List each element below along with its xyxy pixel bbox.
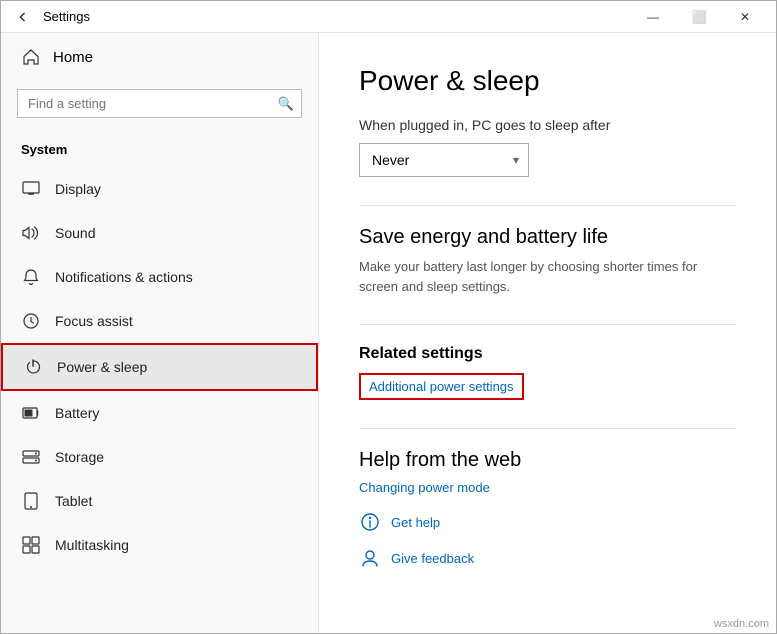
give-feedback-icon: [359, 547, 381, 569]
sleep-label: When plugged in, PC goes to sleep after: [359, 117, 736, 133]
sidebar-power-label: Power & sleep: [57, 359, 147, 375]
sidebar-item-notifications[interactable]: Notifications & actions: [1, 255, 318, 299]
sidebar-item-power[interactable]: Power & sleep: [1, 343, 318, 391]
sleep-dropdown[interactable]: Never 1 minute 2 minutes 5 minutes 10 mi…: [359, 143, 529, 177]
related-heading: Related settings: [359, 345, 736, 363]
get-help-icon: [359, 511, 381, 533]
get-help-link[interactable]: Get help: [391, 515, 440, 530]
minimize-button[interactable]: —: [630, 1, 676, 33]
sidebar-item-tablet[interactable]: Tablet: [1, 479, 318, 523]
sidebar-section-title: System: [1, 134, 318, 167]
notifications-icon: [21, 267, 41, 287]
energy-section: Save energy and battery life Make your b…: [359, 226, 736, 296]
sidebar-item-storage[interactable]: Storage: [1, 435, 318, 479]
sidebar-item-multitasking[interactable]: Multitasking: [1, 523, 318, 567]
energy-heading: Save energy and battery life: [359, 226, 736, 249]
help-heading: Help from the web: [359, 449, 736, 472]
changing-power-mode-link[interactable]: Changing power mode: [359, 480, 736, 495]
search-wrapper: 🔍: [17, 89, 302, 118]
sidebar-item-display[interactable]: Display: [1, 167, 318, 211]
page-title: Power & sleep: [359, 65, 736, 97]
sidebar-home[interactable]: Home: [1, 33, 318, 81]
settings-window: Settings — ⬜ ✕ Home 🔍: [0, 0, 777, 634]
divider-2: [359, 324, 736, 325]
storage-icon: [21, 447, 41, 467]
tablet-icon: [21, 491, 41, 511]
divider-3: [359, 428, 736, 429]
get-help-item: Get help: [359, 511, 736, 533]
sidebar-display-label: Display: [55, 181, 101, 197]
power-icon: [23, 357, 43, 377]
give-feedback-link[interactable]: Give feedback: [391, 551, 474, 566]
watermark: wsxdn.com: [714, 618, 769, 630]
sleep-dropdown-wrapper: Never 1 minute 2 minutes 5 minutes 10 mi…: [359, 143, 529, 177]
additional-power-settings-link[interactable]: Additional power settings: [359, 373, 524, 400]
sidebar-item-battery[interactable]: Battery: [1, 391, 318, 435]
sidebar-sound-label: Sound: [55, 225, 95, 241]
search-input[interactable]: [17, 89, 302, 118]
sidebar-battery-label: Battery: [55, 405, 99, 421]
main-layout: Home 🔍 System Display: [1, 33, 776, 633]
divider-1: [359, 205, 736, 206]
home-icon: [21, 47, 41, 67]
give-feedback-item: Give feedback: [359, 547, 736, 569]
sidebar: Home 🔍 System Display: [1, 33, 319, 633]
titlebar-title: Settings: [43, 9, 630, 24]
sidebar-search-area: 🔍: [1, 81, 318, 134]
sidebar-tablet-label: Tablet: [55, 493, 92, 509]
focus-icon: [21, 311, 41, 331]
sidebar-focus-label: Focus assist: [55, 313, 133, 329]
related-section: Related settings Additional power settin…: [359, 345, 736, 400]
sidebar-notifications-label: Notifications & actions: [55, 269, 193, 285]
sidebar-item-sound[interactable]: Sound: [1, 211, 318, 255]
display-icon: [21, 179, 41, 199]
sleep-section: When plugged in, PC goes to sleep after …: [359, 117, 736, 177]
sidebar-storage-label: Storage: [55, 449, 104, 465]
back-button[interactable]: [9, 3, 37, 31]
titlebar-controls: — ⬜ ✕: [630, 1, 768, 33]
maximize-button[interactable]: ⬜: [676, 1, 722, 33]
energy-desc: Make your battery last longer by choosin…: [359, 257, 736, 296]
sidebar-home-label: Home: [53, 49, 93, 66]
close-button[interactable]: ✕: [722, 1, 768, 33]
sound-icon: [21, 223, 41, 243]
content-area: Power & sleep When plugged in, PC goes t…: [319, 33, 776, 633]
sidebar-multitasking-label: Multitasking: [55, 537, 129, 553]
titlebar: Settings — ⬜ ✕: [1, 1, 776, 33]
battery-icon: [21, 403, 41, 423]
multitasking-icon: [21, 535, 41, 555]
sidebar-item-focus[interactable]: Focus assist: [1, 299, 318, 343]
help-section: Help from the web Changing power mode Ge…: [359, 449, 736, 569]
